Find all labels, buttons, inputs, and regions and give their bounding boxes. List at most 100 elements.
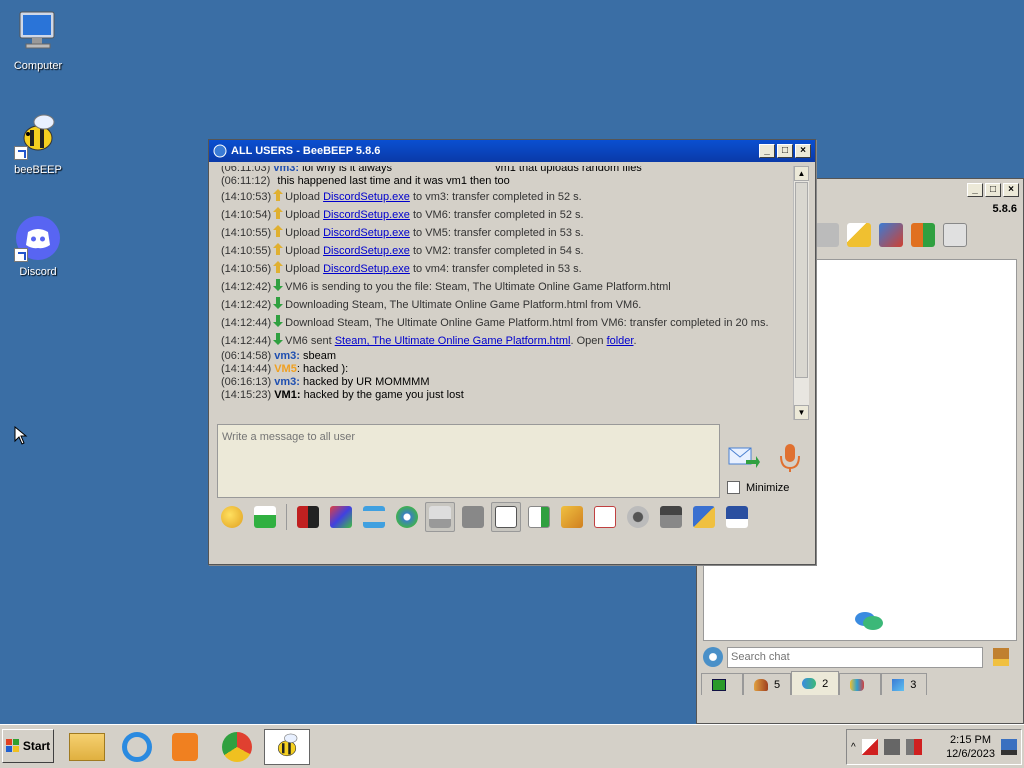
start-button[interactable]: Start	[2, 729, 54, 763]
chat-bubbles-icon	[855, 612, 883, 630]
show-desktop-icon[interactable]	[1001, 739, 1017, 755]
font-button[interactable]	[293, 502, 323, 532]
edit-pencil-icon[interactable]	[847, 223, 871, 247]
taskbar-chrome[interactable]	[214, 729, 260, 765]
settings-gears-icon	[396, 506, 418, 528]
chat-message: (14:15:23) VM1: hacked by the game you j…	[221, 389, 464, 401]
desktop-icon-label: Discord	[19, 266, 57, 278]
message-input[interactable]	[217, 424, 720, 498]
vcard-icon[interactable]	[815, 223, 839, 247]
computer-icon	[14, 8, 62, 56]
maximize-button[interactable]: □	[777, 144, 793, 158]
file-link[interactable]: DiscordSetup.exe	[323, 245, 410, 257]
users-icon	[754, 678, 768, 691]
close-button[interactable]: ×	[1003, 183, 1019, 197]
minimize-checkbox-row[interactable]: Minimize	[727, 481, 789, 494]
volume-muted-icon[interactable]	[905, 739, 922, 755]
export-button[interactable]	[524, 502, 554, 532]
filter-button[interactable]	[359, 502, 389, 532]
folder-arrow-icon	[561, 506, 583, 528]
file-link[interactable]: DiscordSetup.exe	[323, 209, 410, 221]
tab-home[interactable]	[701, 673, 743, 695]
tab-shares[interactable]: 3	[881, 673, 928, 695]
update-icon[interactable]	[911, 223, 935, 247]
tools-icon[interactable]	[879, 223, 903, 247]
save-floppy-button[interactable]	[722, 502, 752, 532]
chat-window: ALL USERS - BeeBEEP 5.8.6 _ □ × (06:11:0…	[208, 139, 816, 565]
minimize-button[interactable]: _	[967, 183, 983, 197]
upload-arrow-icon	[273, 243, 284, 255]
chrome-icon	[222, 732, 252, 762]
export-doc-icon	[528, 506, 550, 528]
edit-note-button[interactable]	[689, 502, 719, 532]
emoticon-button[interactable]	[217, 502, 247, 532]
message-scrollbar[interactable]: ▲ ▼	[793, 166, 809, 420]
tab-users[interactable]: 5	[743, 673, 792, 695]
scroll-up-arrow[interactable]: ▲	[794, 166, 809, 181]
show-hidden-icons-chevron-icon[interactable]: ^	[851, 742, 856, 753]
share-folder-button[interactable]	[557, 502, 587, 532]
screenshot-button[interactable]	[656, 502, 686, 532]
floppy-disk-icon	[726, 506, 748, 528]
minimize-checkbox[interactable]	[727, 481, 740, 494]
microphone-icon[interactable]	[777, 442, 803, 474]
beebeep-app-icon	[213, 144, 227, 158]
html-button[interactable]	[590, 502, 620, 532]
shares-icon	[892, 678, 905, 691]
tab-chats[interactable]: 2	[791, 671, 840, 695]
network-icon[interactable]	[883, 739, 900, 755]
transfer-message: (14:10:55) Upload DiscordSetup.exe to VM2…	[221, 243, 584, 257]
chat-message: (06:16:13) vm3: hacked by UR MOMMMM	[221, 376, 430, 388]
scroll-thumb[interactable]	[795, 182, 808, 378]
record-button[interactable]	[623, 502, 653, 532]
close-button[interactable]: ×	[795, 144, 811, 158]
scroll-down-arrow[interactable]: ▼	[794, 405, 809, 420]
taskbar-explorer[interactable]	[64, 729, 110, 765]
save-chat-button[interactable]	[425, 502, 455, 532]
taskbar-beebeep[interactable]	[264, 729, 310, 765]
desktop-icon-computer[interactable]: Computer	[0, 8, 76, 72]
message-history[interactable]: (06:11:03) vm3: lol why is it always vm1…	[217, 166, 807, 420]
tab-groups[interactable]	[839, 673, 882, 695]
transfer-message: (14:10:56) Upload DiscordSetup.exe to vm4…	[221, 261, 582, 275]
clock-time: 2:15 PM	[950, 734, 992, 746]
search-chat-input[interactable]	[727, 646, 983, 668]
desktop-icon-beebeep[interactable]: beeBEEP	[0, 112, 76, 176]
file-link[interactable]: DiscordSetup.exe	[323, 227, 410, 239]
chat-message: (06:11:03) vm3: lol why is it always vm1…	[221, 166, 642, 174]
upload-arrow-icon	[273, 261, 284, 273]
bee-icon	[277, 733, 298, 757]
file-link[interactable]: Steam, The Ultimate Online Game Platform…	[335, 335, 571, 347]
settings-gear-icon[interactable]	[703, 647, 723, 667]
file-link[interactable]: DiscordSetup.exe	[323, 263, 410, 275]
music-note-button[interactable]	[491, 502, 521, 532]
action-center-flag-icon[interactable]	[861, 739, 878, 755]
minimize-button[interactable]: _	[759, 144, 775, 158]
desktop-icon-discord[interactable]: Discord	[0, 214, 76, 278]
html-code-icon	[594, 506, 616, 528]
internet-explorer-icon	[122, 732, 152, 762]
upload-arrow-icon	[273, 225, 284, 237]
clock[interactable]: 2:15 PM 12/6/2023	[946, 733, 995, 761]
main-toolbar	[797, 223, 967, 247]
chat-settings-button[interactable]	[392, 502, 422, 532]
chat-message: (06:11:12) this happened last time and i…	[221, 175, 510, 187]
text-style-icon	[462, 506, 484, 528]
smiley-icon	[221, 506, 243, 528]
text-style-button[interactable]	[458, 502, 488, 532]
chat-message: (06:14:58) vm3: sbeam	[221, 350, 336, 362]
font-color-button[interactable]	[326, 502, 356, 532]
maximize-button[interactable]: □	[985, 183, 1001, 197]
file-link[interactable]: DiscordSetup.exe	[323, 191, 410, 203]
transfer-message: (14:12:42) VM6 is sending to you the file…	[221, 279, 671, 293]
send-message-icon[interactable]	[728, 444, 760, 472]
taskbar-media-player[interactable]	[162, 729, 208, 765]
notepad-pencil-icon	[693, 506, 715, 528]
clear-broom-icon[interactable]	[993, 648, 1009, 666]
chat-window-titlebar[interactable]: ALL USERS - BeeBEEP 5.8.6 _ □ ×	[209, 140, 815, 162]
desktop-icon-label: beeBEEP	[14, 164, 62, 176]
open-folder-link[interactable]: folder	[607, 335, 634, 347]
trash-icon[interactable]	[943, 223, 967, 247]
send-file-button[interactable]	[250, 502, 280, 532]
taskbar-internet-explorer[interactable]	[114, 729, 160, 765]
